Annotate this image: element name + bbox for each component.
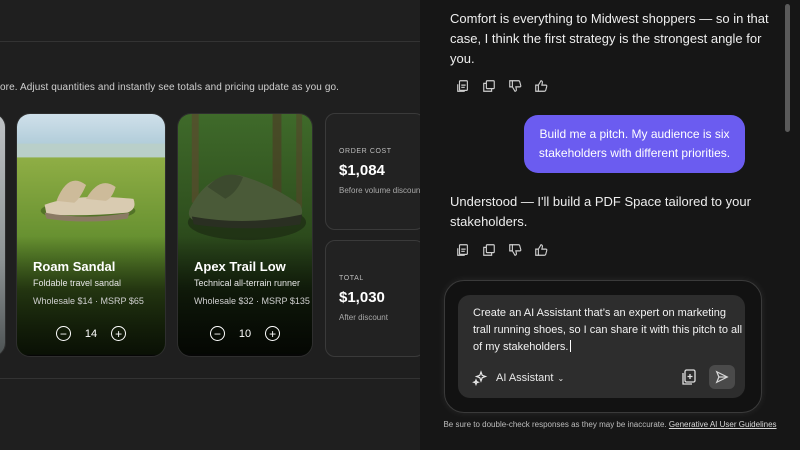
quantity-stepper: − 14 + (17, 326, 165, 341)
quantity-stepper: − 10 + (178, 326, 312, 341)
send-icon (715, 370, 729, 384)
product-name: Roam Sandal (33, 259, 116, 274)
product-card[interactable]: Roam Sandal Foldable travel sandal Whole… (16, 113, 166, 357)
total-card: TOTAL $1,030 After discount (325, 240, 420, 357)
assistant-message: Understood — I'll build a PDF Space tail… (450, 194, 751, 229)
send-button[interactable] (709, 365, 735, 389)
product-description: Foldable travel sandal (33, 278, 122, 288)
minus-icon[interactable]: − (55, 326, 71, 341)
copy-icon[interactable] (482, 79, 496, 93)
export-icon[interactable] (456, 79, 470, 93)
thumbs-down-icon[interactable] (508, 79, 522, 93)
thumbs-up-icon[interactable] (534, 79, 548, 93)
composer[interactable]: Create an AI Assistant that’s an expert … (458, 295, 745, 398)
intro-text: ore. Adjust quantities and instantly see… (0, 82, 340, 93)
order-cost-value: $1,084 (339, 162, 385, 179)
plus-icon[interactable]: + (265, 326, 281, 341)
divider (0, 41, 420, 42)
attach-file-icon[interactable] (680, 368, 698, 386)
product-card[interactable]: Apex Trail Low Technical all-terrain run… (177, 113, 313, 357)
chat-panel: Comfort is everything to Midwest shopper… (420, 0, 800, 450)
quantity-value: 14 (84, 327, 98, 340)
message-actions (456, 79, 548, 93)
text-caret (570, 340, 572, 352)
assistant-message: Comfort is everything to Midwest shopper… (450, 11, 769, 66)
scrollbar[interactable] (785, 4, 790, 132)
total-note: After discount (339, 313, 388, 322)
order-cost-note: Before volume discount (339, 186, 420, 195)
product-card-previous[interactable] (0, 113, 6, 357)
product-name: Apex Trail Low (194, 259, 286, 274)
order-cost-card: ORDER COST $1,084 Before volume discount (325, 113, 420, 230)
quantity-value: 10 (238, 327, 252, 340)
total-label: TOTAL (339, 275, 364, 282)
thumbs-up-icon[interactable] (534, 243, 548, 257)
export-icon[interactable] (456, 243, 470, 257)
chevron-down-icon: ⌄ (557, 373, 565, 383)
ai-assistant-label: AI Assistant (496, 372, 554, 384)
message-actions (456, 243, 548, 257)
product-description: Technical all-terrain runner (194, 278, 301, 288)
product-pricing: Wholesale $14 · MSRP $65 (33, 296, 144, 306)
guidelines-link[interactable]: Generative AI User Guidelines (669, 420, 777, 429)
order-cost-label: ORDER COST (339, 148, 392, 155)
copy-icon[interactable] (482, 243, 496, 257)
disclaimer: Be sure to double-check responses as the… (443, 420, 777, 429)
minus-icon[interactable]: − (209, 326, 225, 341)
user-message: Build me a pitch. My audience is six sta… (524, 115, 745, 173)
product-pricing: Wholesale $32 · MSRP $135 (194, 296, 310, 306)
plus-icon[interactable]: + (111, 326, 127, 341)
thumbs-down-icon[interactable] (508, 243, 522, 257)
total-value: $1,030 (339, 289, 385, 306)
ai-assistant-selector[interactable]: AI Assistant ⌄ (472, 370, 564, 386)
prompt-input[interactable]: Create an AI Assistant that’s an expert … (473, 305, 743, 356)
document-panel: ore. Adjust quantities and instantly see… (0, 0, 420, 450)
sparkle-icon (472, 370, 488, 386)
divider (0, 378, 420, 379)
